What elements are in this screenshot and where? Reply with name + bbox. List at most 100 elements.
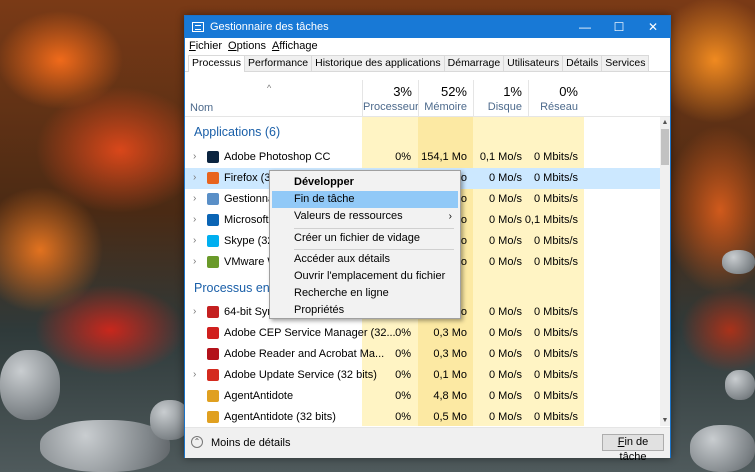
menu-affichage[interactable]: Affichage: [272, 40, 318, 52]
sort-arrow-icon: ^: [267, 83, 272, 93]
menu-item-developper[interactable]: Développer: [272, 174, 458, 191]
process-disk: 0 Mo/s: [488, 172, 522, 184]
process-disk: 0 Mo/s: [488, 348, 522, 360]
tab-utilisateurs[interactable]: Utilisateurs: [503, 55, 564, 71]
process-row[interactable]: AgentAntidote 0% 4,8 Mo 0 Mo/s 0 Mbits/s: [185, 386, 660, 407]
process-name: Adobe Reader and Acrobat Ma...: [224, 348, 385, 360]
menu-item-creer-vidage[interactable]: Créer un fichier de vidage: [272, 230, 458, 247]
process-mem: o: [460, 235, 467, 247]
agent-antidote-icon: [207, 411, 219, 423]
column-name-header[interactable]: Nom: [190, 102, 213, 114]
synaptics-icon: [207, 306, 219, 318]
process-name: AgentAntidote: [224, 390, 294, 402]
tab-demarrage[interactable]: Démarrage: [443, 55, 505, 71]
process-row[interactable]: AgentAntidote (32 bits) 0% 0,5 Mo 0 Mo/s 0 M…: [185, 407, 660, 426]
skype-icon: [207, 235, 219, 247]
process-mem: o: [460, 256, 467, 268]
chevron-up-icon[interactable]: ⌃: [191, 436, 203, 448]
scroll-thumb[interactable]: [661, 129, 669, 165]
menu-item-acceder-details[interactable]: Accéder aux détails: [272, 251, 458, 268]
tab-strip: Processus Performance Historique des app…: [185, 54, 670, 72]
scroll-down-icon[interactable]: ▼: [660, 417, 670, 424]
process-mem: o: [460, 172, 467, 184]
minimize-button[interactable]: —: [568, 16, 602, 38]
expand-chevron-icon[interactable]: ›: [193, 235, 196, 246]
outlook-icon: [207, 214, 219, 226]
process-disk: 0 Mo/s: [488, 256, 522, 268]
menu-item-proprietes[interactable]: Propriétés: [272, 302, 458, 319]
group-background: Processus en a: [194, 281, 281, 295]
expand-chevron-icon[interactable]: ›: [193, 193, 196, 204]
tab-services[interactable]: Services: [601, 55, 650, 71]
tab-performance[interactable]: Performance: [244, 55, 313, 71]
column-header: ^ Nom 3% Processeur 52% Mémoire 1% Disqu…: [185, 80, 670, 117]
window-title: Gestionnaire des tâches: [210, 21, 329, 33]
process-cpu: 0%: [395, 369, 411, 381]
cpu-label: Processeur: [363, 101, 419, 113]
process-mem: 0,5 Mo: [433, 411, 467, 423]
process-disk: 0 Mo/s: [488, 214, 522, 226]
tab-details[interactable]: Détails: [562, 55, 603, 71]
scroll-up-icon[interactable]: ▲: [660, 119, 670, 126]
mem-label: Mémoire: [424, 101, 467, 113]
process-name: Adobe Photoshop CC: [224, 151, 331, 163]
column-mem-header[interactable]: 52% Mémoire: [418, 80, 473, 116]
process-disk: 0 Mo/s: [488, 390, 522, 402]
process-cpu: 0%: [395, 390, 411, 402]
process-disk: 0 Mo/s: [488, 369, 522, 381]
maximize-button[interactable]: ☐: [602, 16, 636, 38]
process-row[interactable]: Adobe Reader and Acrobat Ma... 0% 0,3 Mo 0 …: [185, 344, 660, 365]
expand-chevron-icon[interactable]: ›: [193, 151, 196, 162]
column-net-header[interactable]: 0% Réseau: [528, 80, 584, 116]
close-button[interactable]: ✕: [636, 16, 670, 38]
net-total: 0%: [559, 84, 578, 99]
submenu-arrow-icon: ›: [448, 211, 452, 222]
wallpaper-rock: [722, 250, 755, 274]
process-row[interactable]: Adobe CEP Service Manager (32... 0% 0,3 Mo…: [185, 323, 660, 344]
process-net: 0 Mbits/s: [533, 306, 578, 318]
wallpaper-rock: [725, 370, 755, 400]
process-name: AgentAntidote (32 bits): [224, 411, 336, 423]
menu-fichier[interactable]: Fichier: [189, 40, 222, 52]
expand-chevron-icon[interactable]: ›: [193, 306, 196, 317]
tab-historique[interactable]: Historique des applications: [311, 55, 445, 71]
menu-separator: [294, 228, 454, 229]
gestionnaire-icon: [207, 193, 219, 205]
expand-chevron-icon[interactable]: ›: [193, 256, 196, 267]
firefox-icon: [207, 172, 219, 184]
column-disk-header[interactable]: 1% Disque: [473, 80, 528, 116]
mem-total: 52%: [440, 84, 467, 99]
expand-chevron-icon[interactable]: ›: [193, 369, 196, 380]
wallpaper-rock: [0, 350, 60, 420]
process-disk: 0 Mo/s: [488, 327, 522, 339]
expand-chevron-icon[interactable]: ›: [193, 214, 196, 225]
end-task-button[interactable]: Fin de tâche: [602, 434, 664, 463]
process-net: 0 Mbits/s: [533, 411, 578, 423]
process-disk: 0,1 Mo/s: [479, 151, 522, 163]
cpu-total: 3%: [393, 84, 412, 99]
disk-label: Disque: [487, 101, 522, 113]
menu-options[interactable]: Options: [228, 40, 266, 52]
process-net: 0 Mbits/s: [533, 348, 578, 360]
vertical-scrollbar[interactable]: ▲ ▼: [660, 117, 670, 426]
column-cpu-header[interactable]: 3% Processeur: [362, 80, 419, 116]
tab-processus[interactable]: Processus: [188, 55, 246, 72]
process-disk: 0 Mo/s: [488, 235, 522, 247]
menu-item-fin-de-tache[interactable]: Fin de tâche: [272, 191, 458, 208]
menu-item-ouvrir-emplacement[interactable]: Ouvrir l'emplacement du fichier: [272, 268, 458, 285]
menu-separator: [294, 249, 454, 250]
less-details-link[interactable]: Moins de détails: [211, 437, 291, 449]
adobe-update-icon: [207, 369, 219, 381]
wallpaper-rock: [690, 425, 755, 472]
process-mem: 0,3 Mo: [433, 327, 467, 339]
process-row[interactable]: › Adobe Photoshop CC 0% 154,1 Mo 0,1 Mo/s 0 M…: [185, 147, 660, 168]
title-bar[interactable]: Gestionnaire des tâches — ☐ ✕: [185, 16, 670, 38]
process-mem: 0,3 Mo: [433, 348, 467, 360]
process-mem: o: [460, 193, 467, 205]
expand-chevron-icon[interactable]: ›: [193, 172, 196, 183]
agent-antidote-icon: [207, 390, 219, 402]
menu-item-recherche-en-ligne[interactable]: Recherche en ligne: [272, 285, 458, 302]
menu-item-valeurs-ressources[interactable]: Valeurs de ressources ›: [272, 208, 458, 225]
process-row[interactable]: › Adobe Update Service (32 bits) 0% 0,1 Mo 0…: [185, 365, 660, 386]
net-label: Réseau: [540, 101, 578, 113]
